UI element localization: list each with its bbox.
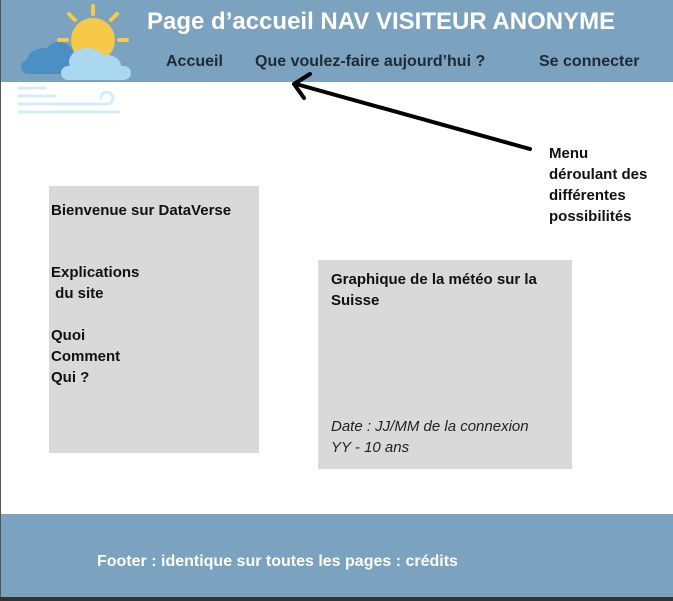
welcome-title: Bienvenue sur DataVerse — [51, 202, 232, 219]
welcome-line: Qui ? — [51, 369, 90, 386]
weather-date-line: YY - 10 ans — [331, 439, 410, 456]
dropdown-annotation: Menu déroulant des différentes possibili… — [549, 143, 671, 227]
nav-item-home[interactable]: Accueil — [166, 53, 223, 71]
weather-title-line: Suisse — [331, 292, 380, 309]
welcome-panel: Bienvenue sur DataVerse Explications du … — [49, 186, 259, 453]
welcome-line: du site — [51, 285, 104, 302]
annotation-line: possibilités — [549, 208, 632, 225]
weather-chart-panel: Graphique de la météo sur la Suisse Date… — [318, 260, 572, 469]
header-bar: Page d’accueil NAV VISITEUR ANONYME Accu… — [1, 0, 673, 114]
footer-bar: Footer : identique sur toutes les pages … — [1, 514, 673, 597]
weather-date-range: Date : JJ/MM de la connexion YY - 10 ans — [331, 416, 571, 458]
welcome-line: Quoi — [51, 327, 86, 344]
welcome-line: Comment — [51, 348, 121, 365]
footer-credits: Footer : identique sur toutes les pages … — [97, 553, 458, 570]
weather-chart-title: Graphique de la météo sur la Suisse — [331, 269, 571, 311]
welcome-content: Explications du site Quoi Comment Qui ? — [51, 262, 139, 388]
nav-item-login[interactable]: Se connecter — [539, 53, 639, 71]
nav-item-dropdown-menu[interactable]: Que voulez-faire aujourd’hui ? — [255, 53, 485, 71]
annotation-line: Menu — [549, 145, 589, 162]
welcome-line: Explications — [51, 264, 140, 281]
annotation-line: déroulant des — [549, 166, 648, 183]
page-border-bottom — [0, 597, 673, 601]
weather-logo-icon — [17, 4, 131, 114]
annotation-line: différentes — [549, 187, 626, 204]
page-title: Page d’accueil NAV VISITEUR ANONYME — [147, 8, 616, 35]
weather-title-line: Graphique de la météo sur la — [331, 271, 537, 288]
welcome-line — [51, 304, 139, 325]
arrow-left-icon — [292, 72, 532, 151]
weather-date-line: Date : JJ/MM de la connexion — [331, 418, 529, 435]
page-border-left — [0, 0, 1, 601]
